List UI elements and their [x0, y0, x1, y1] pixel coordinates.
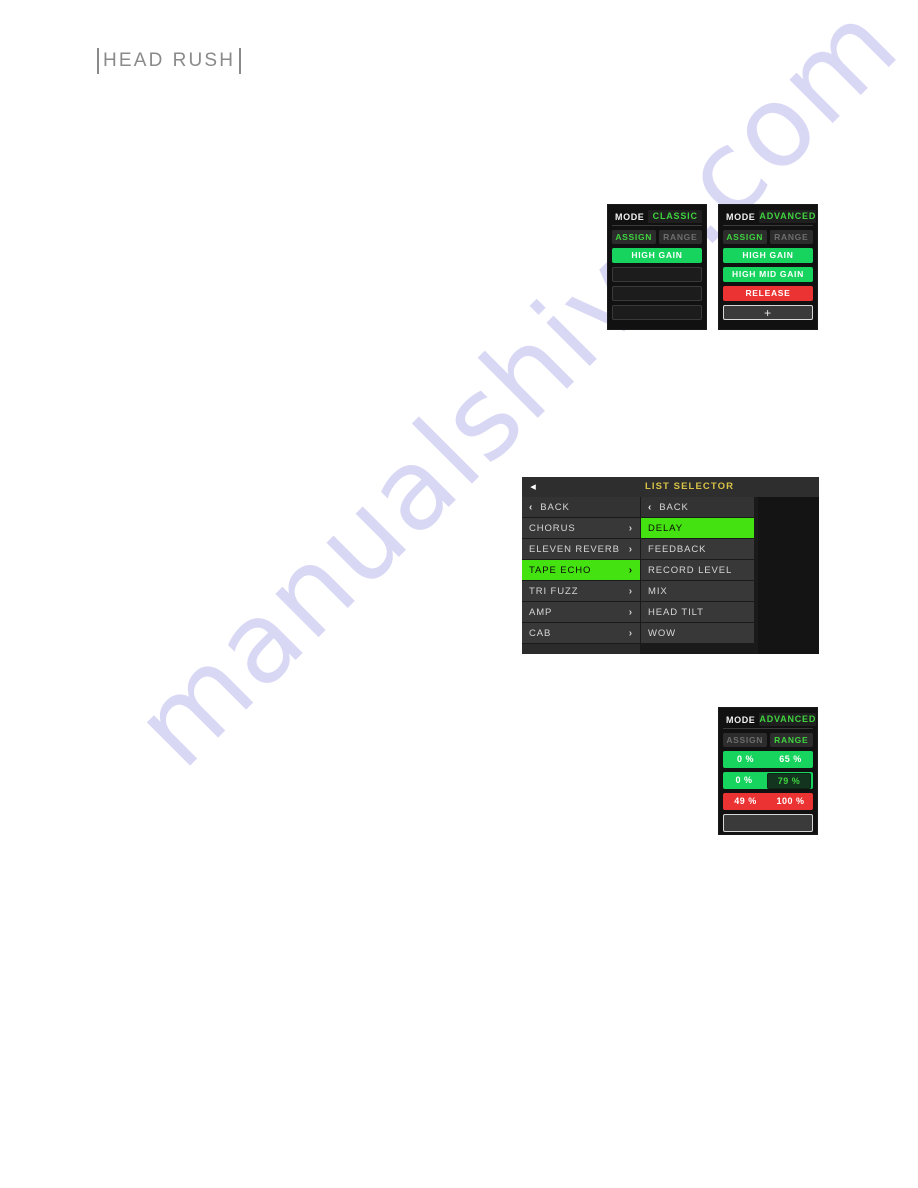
mode-row-advanced: MODE ADVANCED [723, 209, 817, 226]
assign-panel-advanced[interactable]: MODE ADVANCED ASSIGN RANGE HIGH GAIN HIG… [718, 204, 818, 330]
tab-assign[interactable]: ASSIGN [723, 230, 767, 244]
mode-label: MODE [726, 211, 756, 222]
column-1-filler [522, 644, 641, 654]
range-row-1[interactable]: 0 % 65 % [723, 751, 813, 768]
mode-value-classic[interactable]: CLASSIC [648, 210, 702, 223]
back-row-column-1[interactable]: ‹ BACK [522, 497, 641, 518]
list-item-label: TAPE ECHO [529, 564, 592, 576]
range-max-value[interactable]: 65 % [768, 751, 813, 768]
add-assignment-button[interactable]: + [723, 305, 813, 320]
range-panel-advanced[interactable]: MODE ADVANCED ASSIGN RANGE 0 % 65 % 0 % … [718, 707, 818, 835]
list-column-categories: ‹ BACK CHORUS › ELEVEN REVERB › TAPE ECH… [522, 497, 641, 654]
list-item-label: CAB [529, 627, 552, 639]
list-item-feedback[interactable]: FEEDBACK [641, 539, 755, 560]
list-item-label: HEAD TILT [648, 606, 704, 618]
range-max-value[interactable]: 100 % [768, 793, 813, 810]
list-item-label: DELAY [648, 522, 683, 534]
chevron-left-icon: ‹ [529, 501, 534, 513]
chevron-right-icon: › [628, 543, 633, 555]
logo-word-rush: RUSH [172, 50, 236, 71]
assign-slot-4[interactable] [612, 305, 702, 320]
chevron-right-icon: › [628, 627, 633, 639]
list-item-label: ELEVEN REVERB [529, 543, 620, 555]
list-item-eleven-reverb[interactable]: ELEVEN REVERB › [522, 539, 641, 560]
assign-slot-3[interactable]: RELEASE [723, 286, 813, 301]
list-column-parameters: ‹ BACK DELAY FEEDBACK RECORD LEVEL MIX H… [641, 497, 755, 654]
chevron-right-icon: › [628, 564, 633, 576]
list-item-tape-echo[interactable]: TAPE ECHO › [522, 560, 641, 581]
tab-bar-classic: ASSIGN RANGE [612, 230, 702, 244]
assign-panel-classic[interactable]: MODE CLASSIC ASSIGN RANGE HIGH GAIN [607, 204, 707, 330]
chevron-left-icon: ‹ [648, 501, 653, 513]
back-label: BACK [659, 501, 689, 513]
mode-value-range[interactable]: ADVANCED [759, 713, 817, 726]
chevron-right-icon: › [628, 522, 633, 534]
list-item-label: WOW [648, 627, 677, 639]
mode-row-range: MODE ADVANCED [723, 712, 817, 729]
list-item-label: MIX [648, 585, 668, 597]
mode-value-advanced[interactable]: ADVANCED [759, 210, 817, 223]
list-item-delay[interactable]: DELAY [641, 518, 755, 539]
list-item-tri-fuzz[interactable]: TRI FUZZ › [522, 581, 641, 602]
mode-label: MODE [615, 211, 645, 222]
mode-row-classic: MODE CLASSIC [612, 209, 702, 226]
tab-range[interactable]: RANGE [658, 230, 702, 244]
tab-bar-range: ASSIGN RANGE [723, 733, 813, 747]
tab-range[interactable]: RANGE [769, 230, 813, 244]
back-label: BACK [540, 501, 570, 513]
tab-assign[interactable]: ASSIGN [612, 230, 656, 244]
watermark-text: manualshive.com [110, 0, 918, 792]
list-item-label: AMP [529, 606, 553, 618]
range-row-3[interactable]: 49 % 100 % [723, 793, 813, 810]
range-row-4-empty[interactable] [723, 814, 813, 832]
list-item-label: CHORUS [529, 522, 576, 534]
tab-assign[interactable]: ASSIGN [723, 733, 767, 747]
tab-bar-advanced: ASSIGN RANGE [723, 230, 813, 244]
chevron-right-icon: › [628, 606, 633, 618]
logo-word-head: HEAD [103, 50, 165, 71]
assign-slot-3[interactable] [612, 286, 702, 301]
list-item-label: FEEDBACK [648, 543, 707, 555]
logo-right-bar [239, 48, 242, 74]
list-item-cab[interactable]: CAB › [522, 623, 641, 644]
assign-slot-2[interactable]: HIGH MID GAIN [723, 267, 813, 282]
tab-range[interactable]: RANGE [769, 733, 813, 747]
list-item-amp[interactable]: AMP › [522, 602, 641, 623]
list-selector-title: LIST SELECTOR [644, 481, 735, 492]
list-item-head-tilt[interactable]: HEAD TILT [641, 602, 755, 623]
range-min-value[interactable]: 49 % [723, 793, 768, 810]
range-min-value[interactable]: 0 % [723, 772, 765, 789]
headrush-logo: HEAD RUSH [97, 48, 242, 74]
list-item-chorus[interactable]: CHORUS › [522, 518, 641, 539]
chevron-right-icon: › [628, 585, 633, 597]
range-max-value-editing[interactable]: 79 % [767, 772, 811, 789]
range-row-2[interactable]: 0 % 79 % [723, 772, 813, 789]
assign-slot-1[interactable]: HIGH GAIN [723, 248, 813, 263]
list-item-label: RECORD LEVEL [648, 564, 733, 576]
column-2-filler [641, 644, 755, 654]
assign-slot-1[interactable]: HIGH GAIN [612, 248, 702, 263]
range-min-value[interactable]: 0 % [723, 751, 768, 768]
list-item-wow[interactable]: WOW [641, 623, 755, 644]
triangle-left-icon[interactable]: ◂ [522, 477, 544, 497]
back-row-column-2[interactable]: ‹ BACK [641, 497, 755, 518]
list-item-mix[interactable]: MIX [641, 581, 755, 602]
list-selector-panel[interactable]: ◂ LIST SELECTOR ‹ BACK CHORUS › ELEVEN R… [522, 477, 819, 654]
list-selector-body: ‹ BACK CHORUS › ELEVEN REVERB › TAPE ECH… [522, 497, 819, 654]
assign-slot-2[interactable] [612, 267, 702, 282]
list-item-label: TRI FUZZ [529, 585, 579, 597]
mode-label: MODE [726, 714, 756, 725]
list-selector-header: ◂ LIST SELECTOR [522, 477, 819, 497]
list-column-empty [755, 497, 819, 654]
list-item-record-level[interactable]: RECORD LEVEL [641, 560, 755, 581]
